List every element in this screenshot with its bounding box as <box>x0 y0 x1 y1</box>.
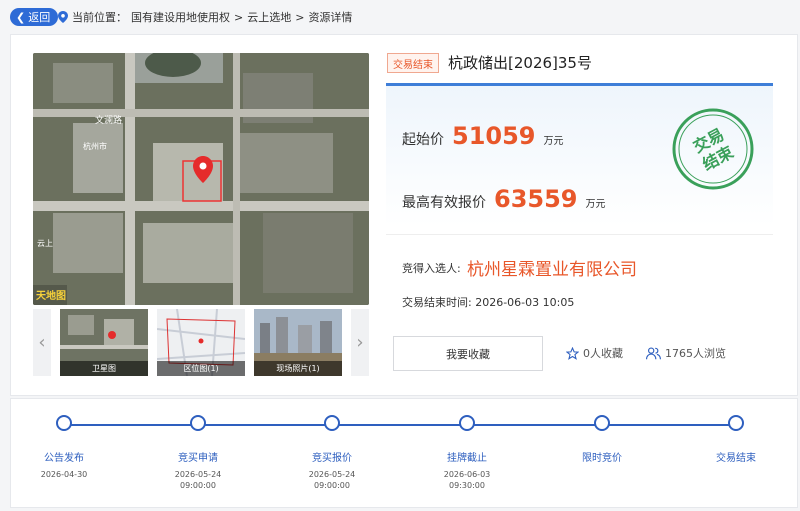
map-label-city: 杭州市 <box>83 141 107 151</box>
back-label: 返回 <box>28 11 51 24</box>
timeline-step-date: 2026-05-24 09:00:00 <box>277 469 387 491</box>
timeline-line <box>64 424 737 426</box>
divider <box>386 234 773 235</box>
timeline-step-date-day: 2026-06-03 <box>443 470 491 479</box>
breadcrumb-item-resource-detail: 资源详情 <box>308 11 353 24</box>
end-time: 交易结束时间: 2026-06-03 10:05 <box>402 294 574 310</box>
location-pin-icon <box>58 11 68 23</box>
timeline-step-listing-deadline: 挂牌截止 2026-06-03 09:30:00 <box>412 449 522 491</box>
start-price-row: 起始价 51059 万元 <box>402 122 564 150</box>
thumbnail-prev-button[interactable]: ‹ <box>33 309 51 376</box>
max-price-unit: 万元 <box>585 199 606 210</box>
timeline-step-label: 交易结束 <box>716 453 756 464</box>
breadcrumb-item-land-use[interactable]: 国有建设用地使用权 <box>131 9 230 25</box>
timeline-step-label: 挂牌截止 <box>447 453 487 464</box>
favorites-count-text: 0人收藏 <box>583 347 623 360</box>
timeline-step-date: 2026-05-24 09:00:00 <box>143 469 253 491</box>
users-icon <box>646 346 661 359</box>
favorites-count[interactable]: 0人收藏 <box>566 345 623 361</box>
timeline-step-date-time: 09:00:00 <box>180 481 216 490</box>
max-price-row: 最高有效报价 63559 万元 <box>402 185 606 213</box>
chevron-right-icon: › <box>356 332 364 353</box>
thumbnail-site-photo[interactable]: 现场照片(1) <box>254 309 342 376</box>
thumbnail-next-button[interactable]: › <box>351 309 369 376</box>
winner-name: 杭州星霖置业有限公司 <box>467 260 637 280</box>
parcel-title: 杭政储出[2026]35号 <box>448 54 592 72</box>
views-count-text: 1765人浏览 <box>665 347 726 360</box>
timeline-node <box>459 415 475 431</box>
timeline-step-date-time: 09:00:00 <box>314 481 350 490</box>
start-price-unit: 万元 <box>543 136 564 147</box>
timeline-node <box>324 415 340 431</box>
timeline-step-label: 竞买申请 <box>178 453 218 464</box>
winner-label: 竞得入选人: <box>402 262 461 275</box>
map-label-cloud: 云上 <box>37 239 53 248</box>
start-price-value: 51059 <box>452 122 536 150</box>
progress-timeline <box>10 398 798 508</box>
transaction-ended-stamp: 交易 结束 <box>672 108 754 190</box>
timeline-step-timed-bidding: 限时竞价 <box>547 449 657 464</box>
favorite-button[interactable]: 我要收藏 <box>393 336 543 371</box>
timeline-step-transaction-end: 交易结束 <box>681 449 791 464</box>
status-badge: 交易结束 <box>387 53 439 73</box>
timeline-step-date: 2026-06-03 09:30:00 <box>412 469 522 491</box>
svg-text:天地图: 天地图 <box>36 289 66 302</box>
satellite-main-image[interactable]: 文澜路 杭州市 云上 天地图 <box>33 53 369 305</box>
thumbnail-strip: ‹ 卫星图 区位图(1) 现场照片(1) › <box>33 309 369 376</box>
timeline-step-date-time: 09:30:00 <box>449 481 485 490</box>
thumbnail-location-map[interactable]: 区位图(1) <box>157 309 245 376</box>
top-bar: ❮ 返回 当前位置： 国有建设用地使用权 > 云上选地 > 资源详情 <box>0 0 800 34</box>
max-price-label: 最高有效报价 <box>402 195 486 211</box>
views-count: 1765人浏览 <box>646 345 726 361</box>
satellite-map-graphic: 文澜路 杭州市 云上 天地图 <box>33 53 369 305</box>
timeline-step-application: 竞买申请 2026-05-24 09:00:00 <box>143 449 253 491</box>
timeline-step-label: 竞买报价 <box>312 453 352 464</box>
timeline-step-date-day: 2026-05-24 <box>308 470 356 479</box>
timeline-step-label: 限时竞价 <box>582 453 622 464</box>
timeline-node <box>594 415 610 431</box>
timeline-step-date: 2026-04-30 <box>40 470 88 479</box>
max-price-value: 63559 <box>494 185 578 213</box>
breadcrumb-separator: > <box>234 10 244 24</box>
map-label-road: 文澜路 <box>95 114 122 126</box>
timeline-node <box>56 415 72 431</box>
star-icon <box>566 346 579 360</box>
timeline-step-bidding: 竞买报价 2026-05-24 09:00:00 <box>277 449 387 491</box>
thumbnail-caption: 卫星图 <box>60 361 148 376</box>
back-button[interactable]: ❮ 返回 <box>10 8 59 26</box>
breadcrumb-item-cloud-site[interactable]: 云上选地 <box>247 9 291 25</box>
end-time-label: 交易结束时间: <box>402 296 472 309</box>
location-label: 当前位置： <box>72 11 127 24</box>
start-price-label: 起始价 <box>402 132 444 148</box>
timeline-step-label: 公告发布 <box>44 453 84 464</box>
thumbnail-caption: 区位图(1) <box>157 361 245 376</box>
chevron-left-icon: ‹ <box>38 332 46 353</box>
timeline-step-announcement: 公告发布 2026-04-30 <box>9 449 119 480</box>
timeline-step-date-day: 2026-05-24 <box>174 470 222 479</box>
thumbnail-satellite[interactable]: 卫星图 <box>60 309 148 376</box>
breadcrumb-separator: > <box>295 10 305 24</box>
timeline-node <box>190 415 206 431</box>
chevron-left-icon: ❮ <box>16 10 26 24</box>
end-time-value: 2026-06-03 10:05 <box>475 296 575 309</box>
thumbnail-caption: 现场照片(1) <box>254 361 342 376</box>
breadcrumb: 当前位置： 国有建设用地使用权 > 云上选地 > 资源详情 <box>58 9 352 25</box>
timeline-node <box>728 415 744 431</box>
